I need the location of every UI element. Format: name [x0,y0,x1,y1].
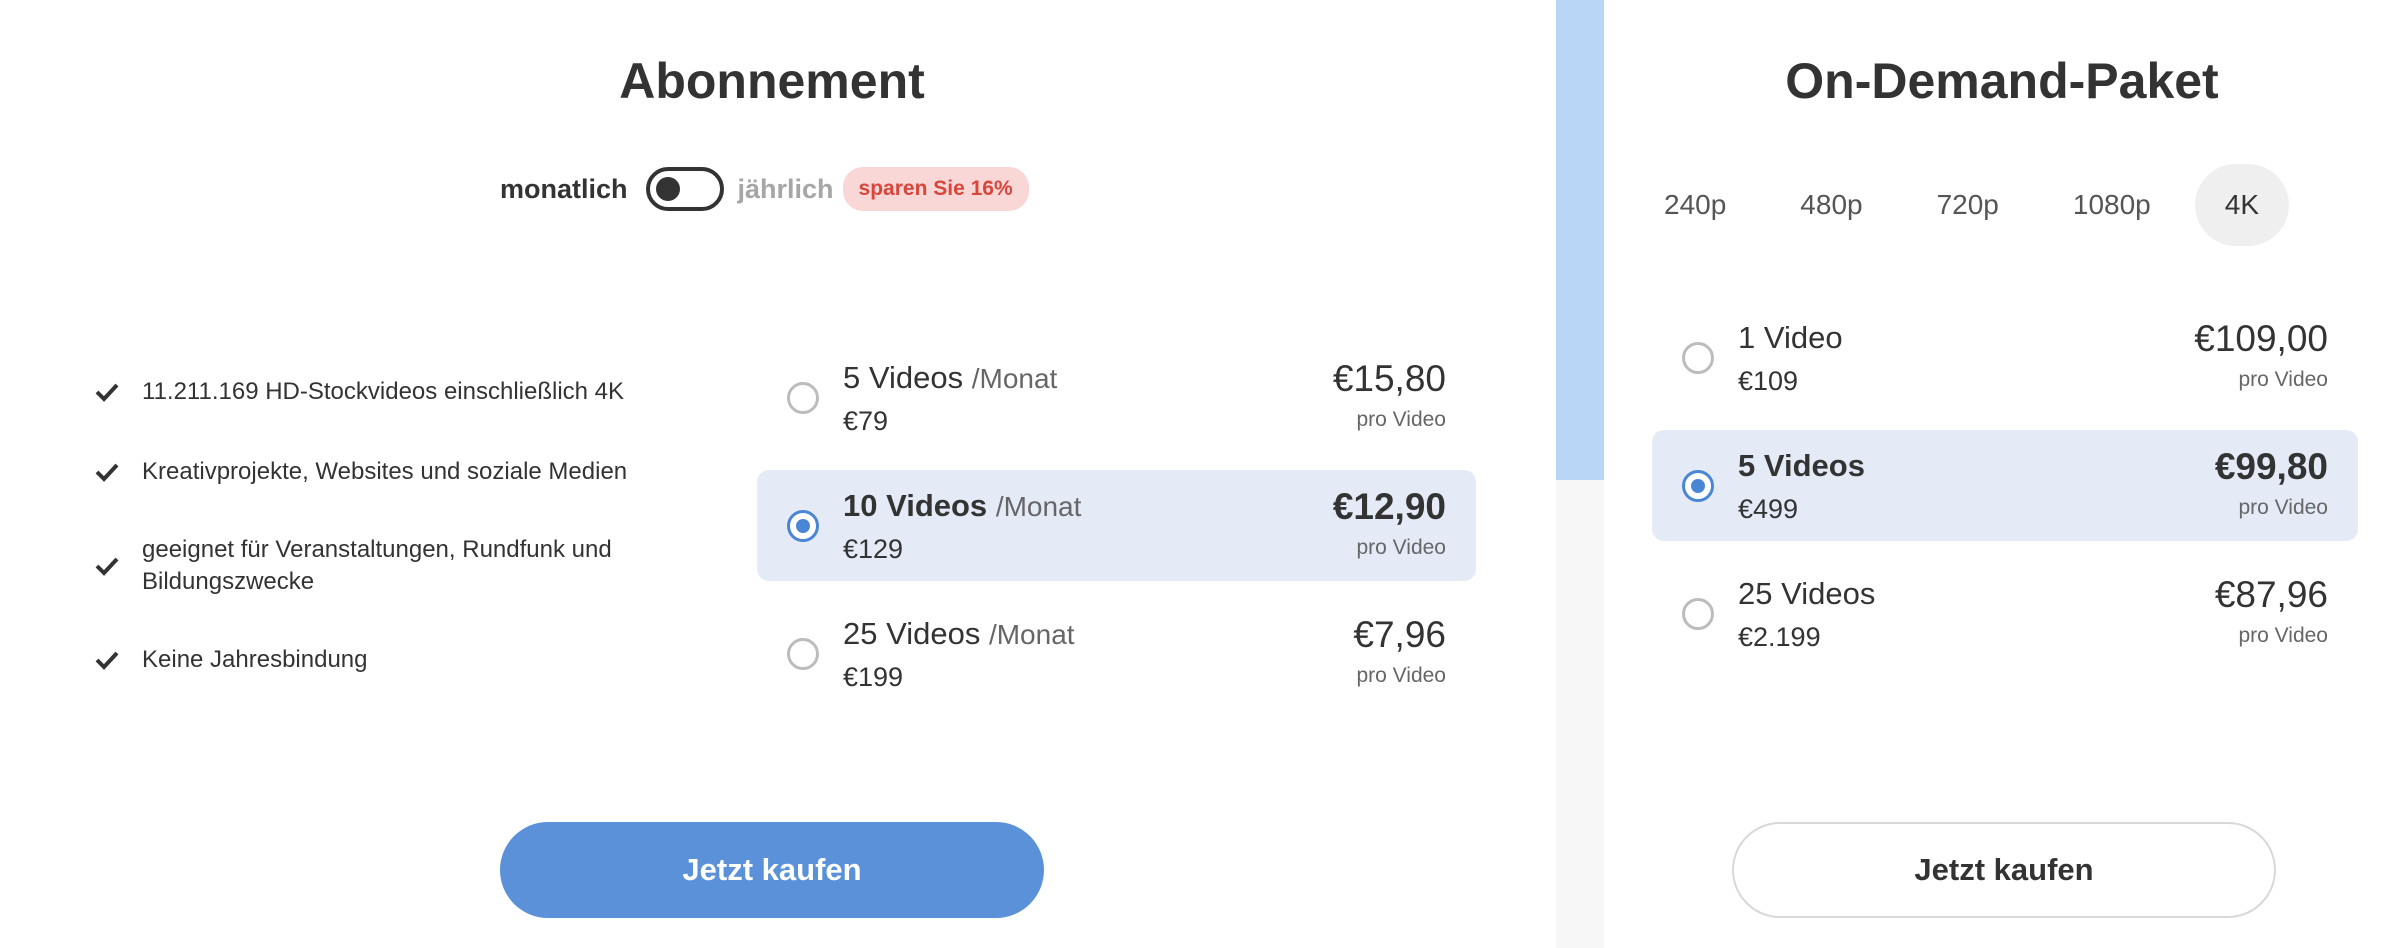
plan-unit-label: pro Video [1356,408,1446,431]
plan-option-5-videos[interactable]: 5 Videos /Monat €79 €15,80 pro Video [757,342,1476,453]
radio-icon[interactable] [787,510,819,542]
plan-quantity: 25 Videos [1738,576,1876,611]
plan-unit-price: €87,96 [2214,574,2328,615]
feature-text: Kreativprojekte, Websites und soziale Me… [142,458,628,485]
plan-period: /Monat [971,363,1058,394]
plan-quantity: 10 Videos [843,488,988,523]
radio-icon[interactable] [1682,342,1714,374]
billing-toggle-row: monatlich jährlich sparen Sie 16% [500,164,1029,214]
plan-quantity: 5 Videos [843,360,964,395]
plan-option-10-videos[interactable]: 10 Videos /Monat €129 €12,90 pro Video [757,470,1476,581]
plan-unit-price: €12,90 [1332,486,1446,527]
od-option-5-videos[interactable]: 5 Videos €499 €99,80 pro Video [1652,430,2358,541]
plan-unit-label: pro Video [1356,536,1446,559]
radio-icon[interactable] [1682,598,1714,630]
feature-item: Kreativprojekte, Websites und soziale Me… [92,456,627,488]
resolution-tab-480p[interactable]: 480p [1770,164,1892,246]
monthly-label[interactable]: monatlich [500,174,628,205]
plan-quantity: 25 Videos [843,616,981,651]
plan-total-price: €199 [843,662,904,692]
plan-name: 25 Videos /Monat [843,616,1075,652]
resolution-tab-4k[interactable]: 4K [2194,164,2290,246]
resolution-tab-720p[interactable]: 720p [1907,164,2029,246]
plan-unit-price: €109,00 [2194,318,2328,359]
plan-total-price: €79 [843,406,889,436]
radio-icon[interactable] [787,638,819,670]
plan-total-price: €2.199 [1738,622,1821,652]
check-icon [95,463,119,482]
check-icon [95,383,119,402]
billing-period-switch[interactable] [645,167,724,211]
scroll-accent [1556,0,1604,480]
plan-unit-label: pro Video [2238,624,2328,647]
plan-quantity: 1 Video [1738,320,1843,355]
resolution-tab-240p[interactable]: 240p [1634,164,1756,246]
plan-name: 1 Video [1738,320,1843,356]
feature-text: geeignet für Veranstaltungen, Rundfunk u… [142,536,612,595]
check-icon [95,651,119,670]
resolution-tabs: 240p 480p 720p 1080p 4K [1634,164,2303,246]
savings-badge: sparen Sie 16% [842,167,1029,211]
plan-name: 5 Videos [1738,448,1865,484]
plan-total-price: €109 [1738,366,1799,396]
plan-option-25-videos[interactable]: 25 Videos /Monat €199 €7,96 pro Video [757,598,1476,709]
plan-name: 10 Videos /Monat [843,488,1081,524]
feature-text: Keine Jahresbindung [142,646,368,673]
resolution-tab-1080p[interactable]: 1080p [2043,164,2181,246]
plan-unit-label: pro Video [2238,368,2328,391]
plan-period: /Monat [988,619,1075,650]
subscription-buy-button[interactable]: Jetzt kaufen [500,822,1044,918]
plan-quantity: 5 Videos [1738,448,1865,483]
check-icon [95,557,119,576]
on-demand-panel: On-Demand-Paket 240p 480p 720p 1080p 4K … [1604,0,2388,948]
feature-item: 11.211.169 HD-Stockvideos einschließlich… [92,376,624,408]
feature-text: 11.211.169 HD-Stockvideos einschließlich… [142,378,625,405]
radio-icon[interactable] [1682,470,1714,502]
plan-unit-label: pro Video [1356,664,1446,687]
plan-unit-price: €7,96 [1353,614,1446,655]
switch-knob [655,177,680,201]
plan-name: 5 Videos /Monat [843,360,1057,396]
plan-unit-price: €99,80 [2214,446,2328,487]
subscription-panel: Abonnement monatlich jährlich sparen Sie… [0,0,1556,948]
on-demand-buy-button[interactable]: Jetzt kaufen [1732,822,2276,918]
plan-period: /Monat [995,491,1082,522]
feature-item: geeignet für Veranstaltungen, Rundfunk u… [92,534,682,598]
feature-item: Keine Jahresbindung [92,644,368,676]
yearly-label[interactable]: jährlich [738,174,834,205]
plan-total-price: €129 [843,534,904,564]
radio-icon[interactable] [787,382,819,414]
od-option-25-videos[interactable]: 25 Videos €2.199 €87,96 pro Video [1652,558,2358,669]
on-demand-title: On-Demand-Paket [1785,53,2219,109]
plan-unit-price: €15,80 [1332,358,1446,399]
plan-unit-label: pro Video [2238,496,2328,519]
plan-total-price: €499 [1738,494,1799,524]
subscription-title: Abonnement [619,53,925,109]
plan-name: 25 Videos [1738,576,1875,612]
od-option-1-video[interactable]: 1 Video €109 €109,00 pro Video [1652,302,2358,413]
